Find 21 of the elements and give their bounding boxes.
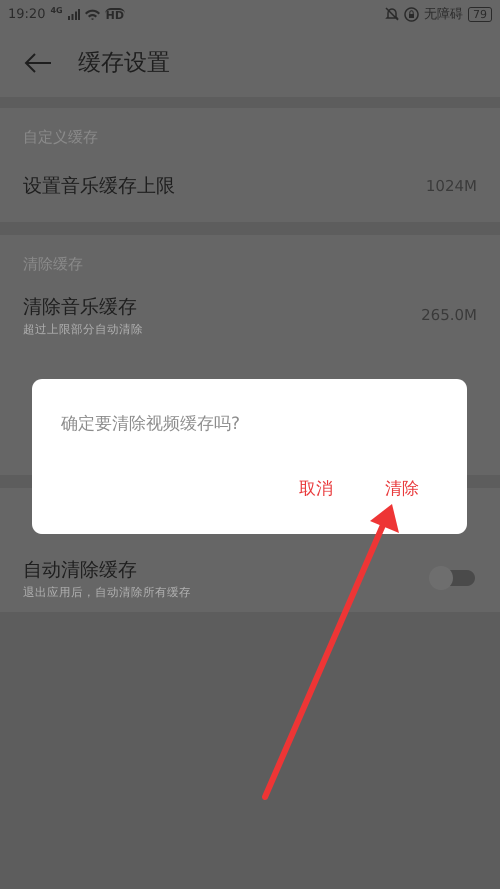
row-subtitle: 退出应用后，自动清除所有缓存 bbox=[23, 584, 192, 600]
wifi-icon bbox=[84, 8, 100, 20]
back-icon[interactable] bbox=[24, 52, 52, 72]
status-time: 19:20 bbox=[8, 6, 46, 22]
toggle-switch[interactable] bbox=[429, 566, 477, 590]
signal-icon bbox=[68, 8, 80, 20]
battery-indicator: 79 bbox=[468, 6, 492, 22]
dialog-button[interactable]: 清除 bbox=[385, 477, 419, 500]
dialog-button[interactable]: 取消 bbox=[299, 477, 333, 500]
page-title: 缓存设置 bbox=[78, 49, 170, 78]
dialog-message: 确定要清除视频缓存吗? bbox=[61, 413, 242, 435]
row-title: 自动清除缓存 bbox=[23, 558, 138, 582]
network-label: 4G bbox=[50, 6, 63, 15]
settings-row[interactable]: 自动清除缓存 退出应用后，自动清除所有缓存 bbox=[23, 545, 477, 611]
lock-icon bbox=[404, 6, 419, 22]
accessibility-label: 无障碍 bbox=[424, 6, 463, 23]
row-title: 设置音乐缓存上限 bbox=[23, 174, 176, 199]
bell-muted-icon bbox=[385, 7, 399, 21]
hd-label: HD bbox=[104, 8, 125, 20]
row-title: 清除音乐缓存 bbox=[23, 294, 138, 320]
row-subtitle: 超过上限部分自动清除 bbox=[23, 322, 144, 336]
